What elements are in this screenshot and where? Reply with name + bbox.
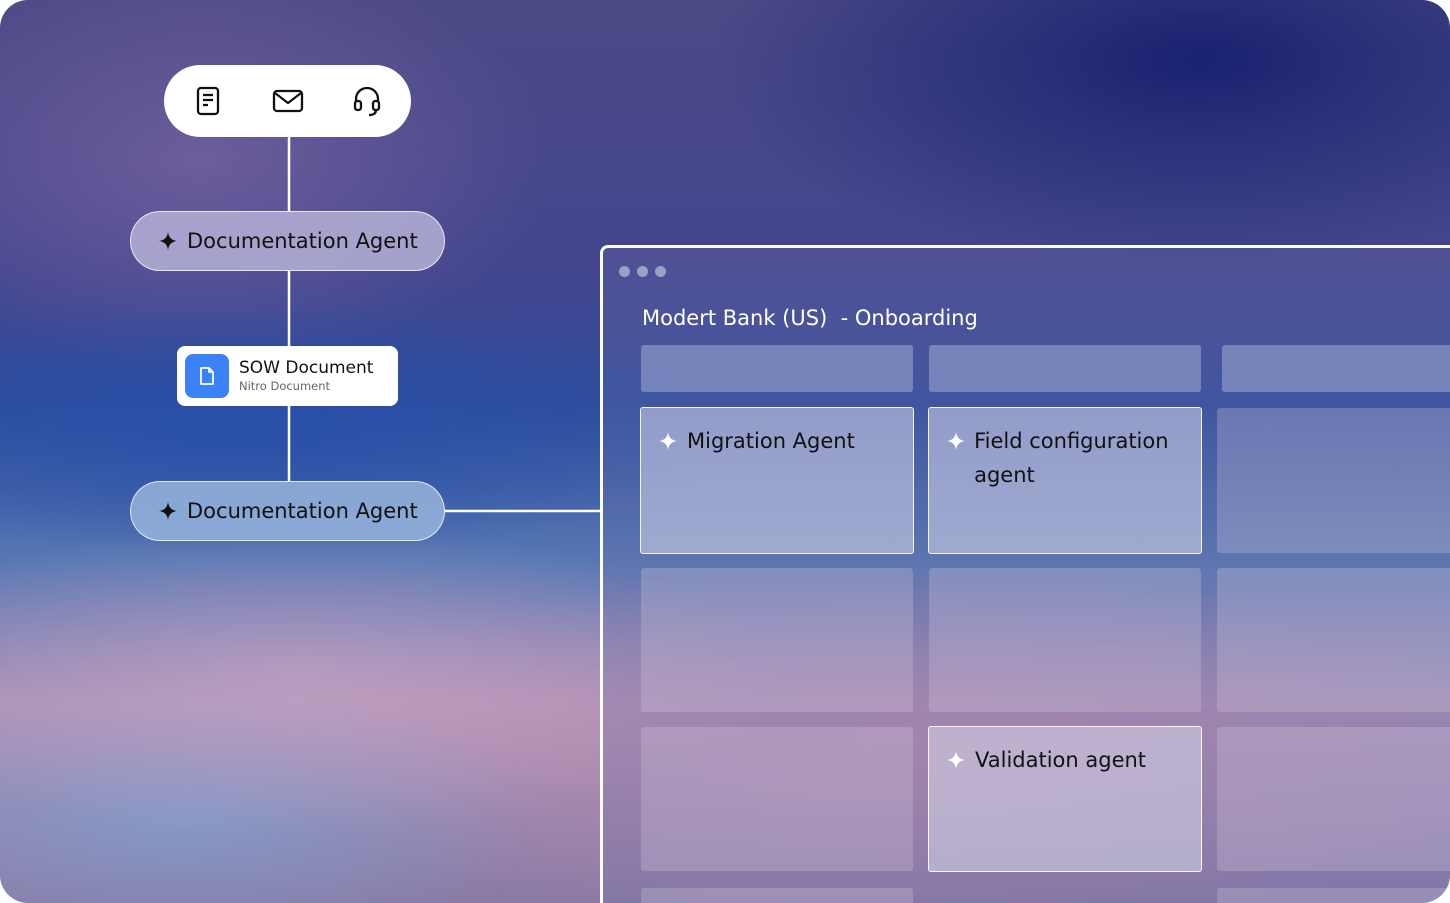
empty-cell xyxy=(641,888,913,903)
mail-icon[interactable] xyxy=(272,85,304,117)
window-dot[interactable] xyxy=(637,266,648,277)
onboarding-window: Modert Bank (US) - Onboarding Migration … xyxy=(600,245,1450,903)
column-header xyxy=(1222,345,1450,392)
background-canvas: Documentation Agent SOW Document Nitro D… xyxy=(0,0,1450,903)
migration-agent-card[interactable]: Migration Agent xyxy=(640,407,914,554)
sparkle-icon xyxy=(945,430,966,452)
documentation-agent-node-top[interactable]: Documentation Agent xyxy=(130,211,445,271)
empty-cell xyxy=(1217,568,1450,712)
sparkle-icon xyxy=(157,230,179,252)
agent-card-label: Migration Agent xyxy=(687,429,855,453)
headset-icon[interactable] xyxy=(351,85,383,117)
sparkle-icon xyxy=(945,749,967,771)
agent-label: Documentation Agent xyxy=(187,229,418,253)
empty-cell xyxy=(1217,888,1450,903)
sparkle-icon xyxy=(157,500,179,522)
agent-card-label: Validation agent xyxy=(975,748,1147,772)
empty-cell xyxy=(1217,408,1450,553)
window-title: Modert Bank (US) - Onboarding xyxy=(642,306,978,330)
window-controls xyxy=(619,266,666,277)
agent-label: Documentation Agent xyxy=(187,499,418,523)
empty-cell xyxy=(1217,727,1450,871)
window-dot[interactable] xyxy=(619,266,630,277)
sow-card-subtitle: Nitro Document xyxy=(239,379,331,393)
column-header xyxy=(929,345,1201,392)
sow-card-title: SOW Document xyxy=(239,358,374,378)
empty-cell xyxy=(641,727,913,871)
sparkle-icon xyxy=(657,430,679,452)
window-dot[interactable] xyxy=(655,266,666,277)
documentation-agent-node-bottom[interactable]: Documentation Agent xyxy=(130,481,445,541)
field-configuration-agent-card[interactable]: Field configuration agent xyxy=(928,407,1202,554)
channel-toolbar xyxy=(164,65,411,137)
empty-cell xyxy=(929,568,1201,712)
file-icon xyxy=(185,354,229,398)
document-icon[interactable] xyxy=(192,85,224,117)
validation-agent-card[interactable]: Validation agent xyxy=(928,726,1202,872)
sow-document-card[interactable]: SOW Document Nitro Document xyxy=(177,346,398,406)
column-header xyxy=(641,345,913,392)
empty-cell xyxy=(641,568,913,712)
agent-card-label: Field configuration agent xyxy=(974,429,1169,487)
